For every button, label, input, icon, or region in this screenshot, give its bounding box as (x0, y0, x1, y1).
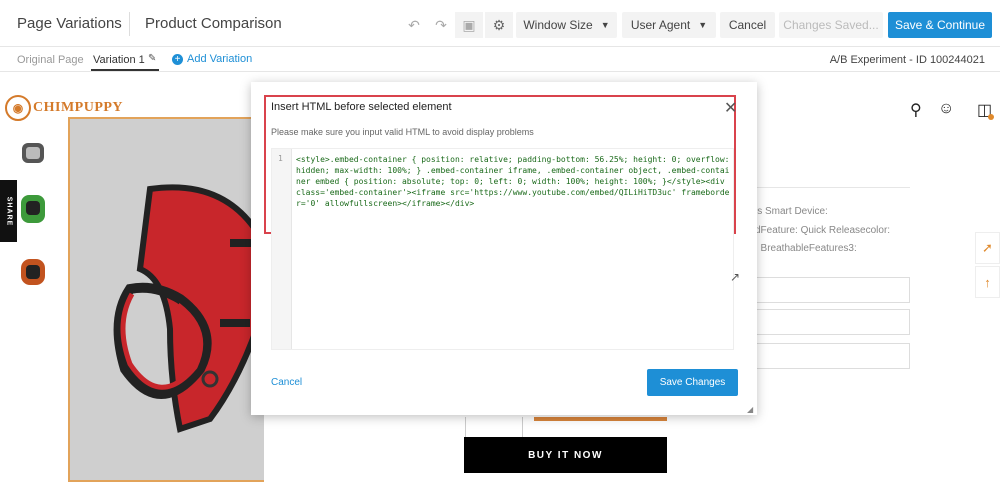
close-icon[interactable]: ✕ (724, 98, 737, 118)
add-to-cart-button[interactable] (534, 417, 667, 421)
main-product-image (68, 117, 264, 482)
option-field-1[interactable] (742, 277, 910, 303)
details-divider (742, 187, 910, 188)
save-changes-button[interactable]: Save Changes (647, 369, 738, 396)
modal-cancel-button[interactable]: Cancel (271, 377, 302, 388)
html-code-editor[interactable]: 1 <style>.embed-container { position: re… (271, 148, 734, 350)
mouse-cursor-icon: ↗ (730, 270, 741, 284)
logo-text: CHIMPUPPY (33, 100, 124, 115)
select-element-icon[interactable]: ▣ (455, 12, 483, 38)
buy-now-button[interactable]: BUY IT NOW (464, 437, 667, 473)
line-number: 1 (278, 154, 283, 163)
option-field-2[interactable] (742, 309, 910, 335)
quantity-stepper[interactable] (465, 417, 523, 439)
product-thumbnail-3[interactable] (16, 255, 50, 289)
line-number-gutter: 1 (272, 149, 292, 349)
page-title: Page Variations (17, 15, 122, 32)
undo-icon[interactable]: ↶ (401, 12, 427, 38)
detail-line-2: dFeature: Quick Releasecolor: (755, 225, 891, 236)
plus-icon: + (172, 53, 183, 65)
modal-note: Please make sure you input valid HTML to… (271, 127, 534, 137)
tab-variation-1[interactable]: Variation 1 (93, 54, 145, 66)
cancel-button[interactable]: Cancel (720, 12, 775, 38)
chevron-down-icon: ▼ (600, 20, 610, 30)
share-tab[interactable]: SHARE (0, 180, 17, 242)
redo-icon[interactable]: ↷ (428, 12, 454, 38)
share-label: SHARE (5, 196, 13, 226)
changes-saved-status: Changes Saved... (779, 12, 883, 38)
account-icon[interactable]: ☺ (938, 100, 954, 118)
add-variation-label: Add Variation (187, 53, 253, 65)
search-icon[interactable]: ⚲ (910, 100, 922, 120)
experiment-id: A/B Experiment - ID 100244021 (829, 54, 985, 66)
add-variation-button[interactable]: + Add Variation (172, 53, 252, 65)
user-agent-label: User Agent (630, 18, 691, 32)
active-tab-indicator (91, 69, 159, 71)
dog-logo-icon: ◉ (5, 95, 31, 121)
modal-title: Insert HTML before selected element (271, 101, 452, 113)
pencil-icon[interactable]: ✎ (148, 53, 156, 64)
variation-bar: Original Page Variation 1 ✎ + Add Variat… (0, 47, 1000, 72)
scroll-top-icon[interactable]: ↑ (975, 266, 1000, 298)
code-content[interactable]: <style>.embed-container { position: rela… (296, 154, 732, 209)
product-thumbnail-1[interactable] (16, 139, 50, 173)
harness-image (113, 184, 264, 433)
title-divider (129, 12, 130, 36)
detail-line-3: : BreathableFeatures3: (755, 243, 857, 254)
chevron-down-icon: ▼ (698, 20, 708, 30)
user-agent-dropdown[interactable]: User Agent ▼ (622, 12, 716, 38)
save-continue-button[interactable]: Save & Continue (888, 12, 992, 38)
experiment-name: Product Comparison (145, 15, 282, 32)
product-thumbnail-2[interactable] (16, 192, 50, 226)
window-size-label: Window Size (523, 18, 593, 32)
resize-handle-icon[interactable]: ◢ (747, 405, 755, 414)
compare-icon[interactable]: ➚ (975, 232, 1000, 264)
cart-badge (988, 114, 994, 120)
gear-icon[interactable]: ⚙ (485, 12, 513, 38)
window-size-dropdown[interactable]: Window Size ▼ (516, 12, 617, 38)
editor-toolbar: Page Variations Product Comparison ↶ ↷ ▣… (0, 0, 1000, 47)
detail-line-1: ls Smart Device: (755, 206, 828, 217)
option-field-3[interactable] (742, 343, 910, 369)
tab-original-page[interactable]: Original Page (17, 54, 84, 66)
